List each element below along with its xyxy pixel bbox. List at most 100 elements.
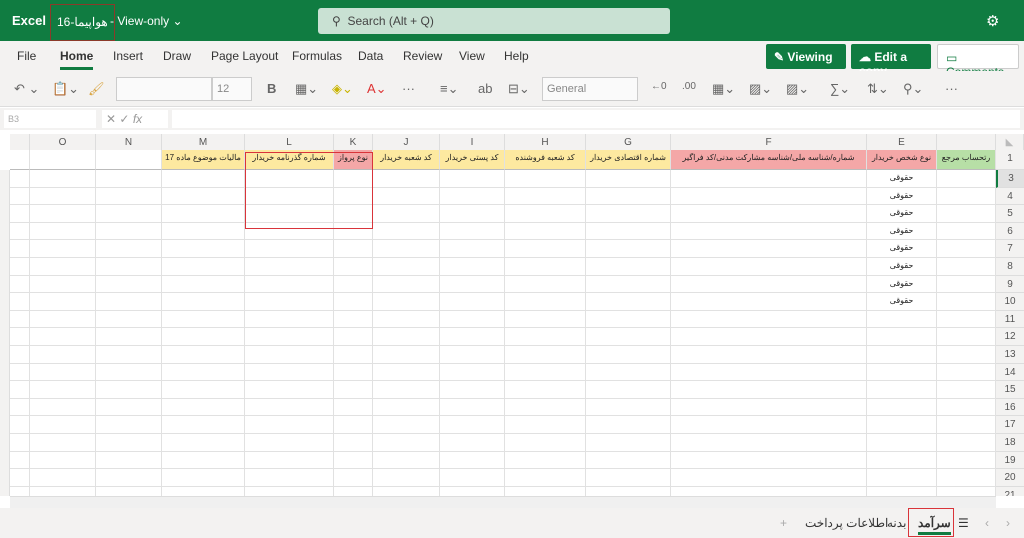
cell[interactable] [440, 363, 505, 382]
header-cell[interactable]: کد شعبه خریدار [373, 150, 440, 170]
cell[interactable] [10, 363, 30, 382]
cell[interactable] [30, 486, 96, 496]
select-all-corner[interactable]: ◣ [996, 134, 1024, 150]
cell[interactable] [162, 310, 245, 329]
cell[interactable] [30, 222, 96, 241]
cell[interactable] [10, 240, 30, 258]
cell[interactable] [937, 416, 996, 434]
column-header[interactable]: N [96, 134, 162, 150]
format-table-icon[interactable]: ▨⌄ [749, 81, 772, 97]
cell[interactable] [671, 451, 867, 470]
cell[interactable] [440, 346, 505, 364]
header-cell[interactable]: نوع شخص خریدار [867, 150, 937, 170]
cell[interactable] [245, 222, 334, 241]
comments-button[interactable]: ▭ Comments [937, 44, 1019, 79]
cell[interactable] [867, 469, 937, 487]
cell[interactable] [505, 187, 586, 206]
cell[interactable] [373, 381, 440, 399]
cell[interactable] [671, 240, 867, 258]
sheet-tab[interactable]: اطلاعات پرداخت [805, 516, 888, 530]
cell[interactable] [96, 222, 162, 241]
cell[interactable] [334, 381, 373, 399]
wrap-text-icon[interactable]: ab [478, 81, 492, 96]
cell[interactable] [10, 416, 30, 434]
font-name-select[interactable] [116, 77, 212, 101]
cell[interactable] [937, 275, 996, 294]
cell[interactable] [440, 275, 505, 294]
cell[interactable] [162, 346, 245, 364]
name-box[interactable]: B3 [4, 110, 96, 128]
cell[interactable] [373, 222, 440, 241]
cell[interactable] [867, 381, 937, 399]
cell[interactable] [334, 451, 373, 470]
header-cell[interactable]: کد پستی خریدار [440, 150, 505, 170]
row-header[interactable]: 8 [996, 258, 1024, 276]
tab-data[interactable]: Data [358, 49, 383, 63]
search-box[interactable]: ⚲ Search (Alt + Q) [318, 8, 670, 34]
cell[interactable] [586, 275, 671, 294]
column-header[interactable]: E [867, 134, 937, 150]
prev-sheet-icon[interactable]: ‹ [985, 516, 989, 530]
cell[interactable] [96, 293, 162, 311]
cell[interactable] [440, 170, 505, 188]
viewing-button[interactable]: ✎ Viewing ⌄ [766, 44, 846, 78]
cell[interactable] [505, 346, 586, 364]
cell[interactable] [937, 434, 996, 452]
cell[interactable] [96, 486, 162, 496]
cell[interactable] [96, 310, 162, 329]
cell[interactable] [671, 381, 867, 399]
next-sheet-icon[interactable]: › [1006, 516, 1010, 530]
confirm-icon[interactable]: ✓ [119, 112, 129, 126]
merge-icon[interactable]: ⊟⌄ [508, 81, 530, 97]
font-size-select[interactable]: 12 [212, 77, 252, 101]
font-color-icon[interactable]: A⌄ [367, 81, 387, 97]
row-header[interactable]: 3 [996, 170, 1024, 188]
cell[interactable] [586, 258, 671, 276]
header-cell[interactable]: شماره/شناسه ملی/شناسه مشارکت مدنی/کد فرا… [671, 150, 867, 170]
column-header[interactable]: J [373, 134, 440, 150]
decrease-decimal-icon[interactable]: .00 [682, 81, 696, 92]
row-header[interactable]: 14 [996, 363, 1024, 382]
header-cell[interactable]: رتحساب مرجع [937, 150, 996, 170]
cell[interactable]: حقوقی [867, 293, 937, 311]
header-cell[interactable]: مالیات موضوع ماده 17 [162, 150, 245, 170]
header-cell[interactable] [10, 150, 30, 170]
cell[interactable] [96, 240, 162, 258]
cell[interactable] [586, 346, 671, 364]
cell[interactable] [373, 451, 440, 470]
cell[interactable] [334, 363, 373, 382]
cell[interactable] [586, 170, 671, 188]
cell[interactable] [10, 222, 30, 241]
cell[interactable] [245, 205, 334, 223]
cell[interactable] [162, 381, 245, 399]
row-header[interactable]: 17 [996, 416, 1024, 434]
cell[interactable] [373, 258, 440, 276]
cell[interactable] [96, 381, 162, 399]
increase-decimal-icon[interactable]: ←0 [651, 81, 667, 92]
cell[interactable] [96, 275, 162, 294]
cell[interactable] [334, 187, 373, 206]
cell[interactable] [937, 398, 996, 417]
row-header[interactable]: 16 [996, 398, 1024, 417]
cell[interactable] [937, 469, 996, 487]
cell[interactable] [937, 310, 996, 329]
cell-styles-icon[interactable]: ▨⌄ [786, 81, 809, 97]
cell[interactable] [10, 328, 30, 346]
cell[interactable] [245, 310, 334, 329]
cell[interactable]: حقوقی [867, 240, 937, 258]
horizontal-scrollbar[interactable] [10, 496, 996, 508]
formula-input[interactable] [172, 110, 1020, 128]
tab-formulas[interactable]: Formulas [292, 49, 342, 63]
cell[interactable] [162, 486, 245, 496]
tab-review[interactable]: Review [403, 49, 442, 63]
cell[interactable] [937, 222, 996, 241]
cell[interactable] [505, 258, 586, 276]
cell[interactable] [586, 416, 671, 434]
cell[interactable] [586, 187, 671, 206]
bold-icon[interactable]: B [267, 81, 276, 96]
cell[interactable] [671, 469, 867, 487]
cell[interactable] [440, 486, 505, 496]
cell[interactable] [373, 346, 440, 364]
cell[interactable] [586, 381, 671, 399]
cell[interactable]: حقوقی [867, 205, 937, 223]
